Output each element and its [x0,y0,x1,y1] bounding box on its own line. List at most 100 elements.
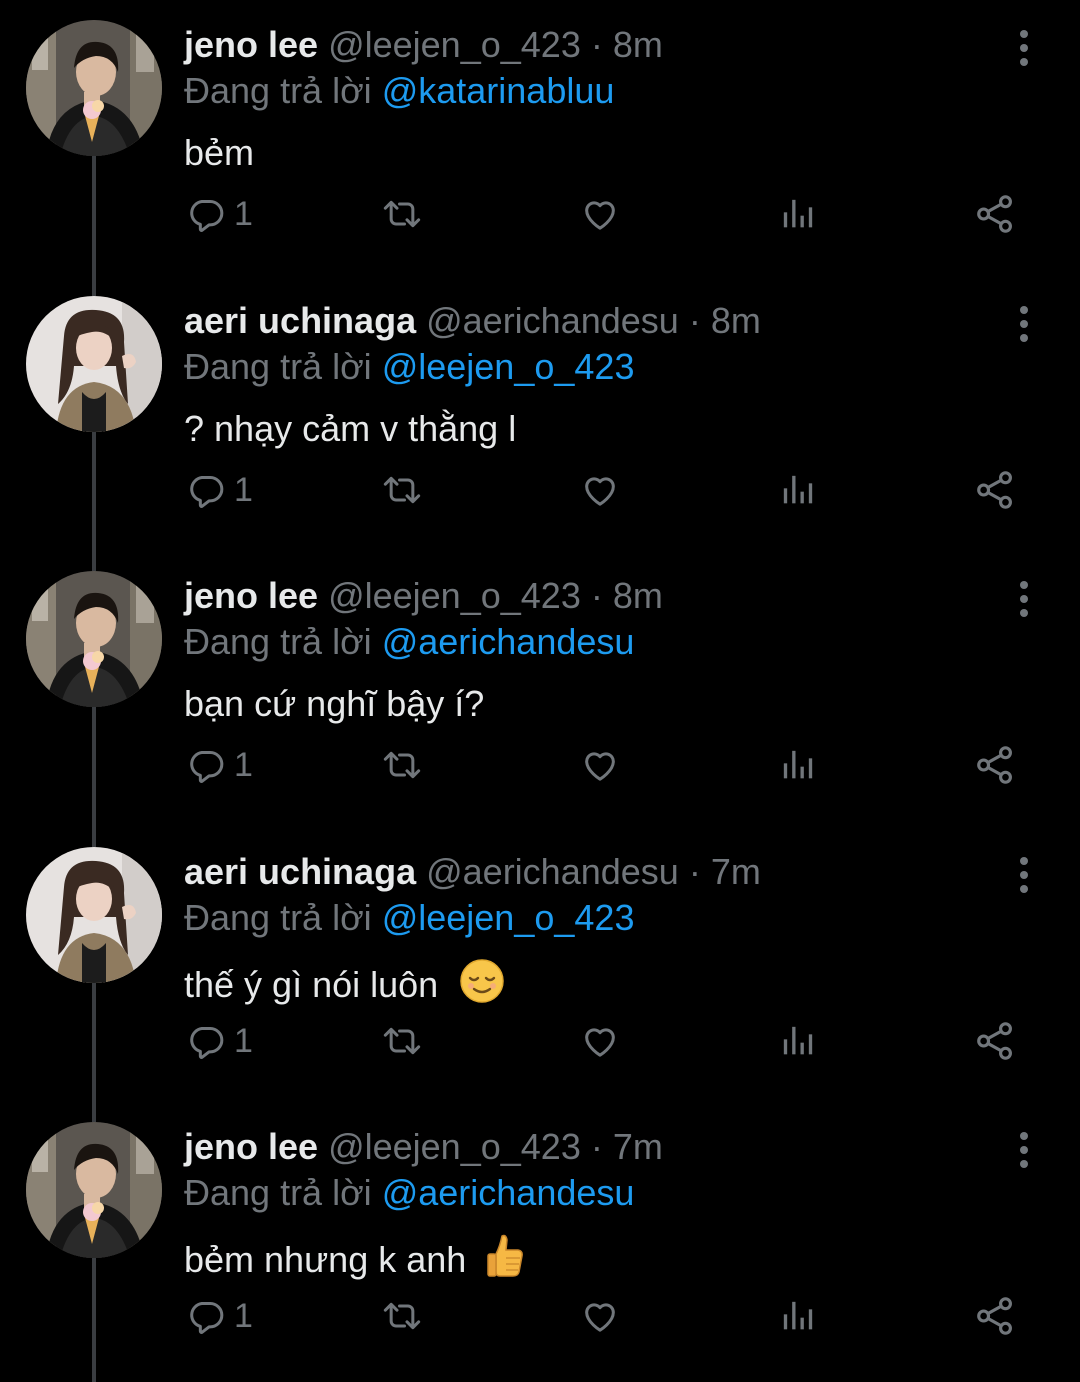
views-button[interactable] [778,743,818,787]
more-options-button[interactable] [1012,1130,1036,1170]
like-button[interactable] [580,192,620,236]
views-icon [783,1026,813,1055]
display-name[interactable]: jeno lee [184,24,318,65]
share-button[interactable] [974,192,1016,236]
tweet-2[interactable]: aeri uchinaga @aerichandesu · 8m Đang tr… [0,276,1080,552]
like-button[interactable] [580,468,620,512]
more-vertical-icon [1020,581,1028,617]
more-vertical-icon [1020,306,1028,342]
reply-count: 1 [234,470,253,509]
replying-to-mention[interactable]: @katarinabluu [382,70,615,111]
tweet-text: bạn cứ nghĩ bậy í? [184,681,990,727]
reply-button[interactable]: 1 [186,468,253,512]
views-button[interactable] [778,468,818,512]
share-button[interactable] [974,1019,1016,1063]
share-button[interactable] [974,1294,1016,1338]
retweet-button[interactable] [380,743,424,787]
reply-icon [190,200,224,232]
replying-to-label: Đang trả lời [184,621,372,662]
heart-icon [585,201,615,230]
like-button[interactable] [580,1019,620,1063]
replying-to-mention[interactable]: @aerichandesu [382,621,635,662]
heart-icon [585,477,615,506]
replying-to-label: Đang trả lời [184,1172,372,1213]
avatar[interactable] [26,1122,162,1258]
avatar[interactable] [26,847,162,983]
tweet-4[interactable]: aeri uchinaga @aerichandesu · 7m Đang tr… [0,827,1080,1103]
timestamp[interactable]: 7m [711,851,761,892]
tweet-actions: 1 [184,1294,1024,1338]
user-handle[interactable]: @aerichandesu [426,300,679,341]
reply-button[interactable]: 1 [186,1019,253,1063]
tweet-3[interactable]: jeno lee @leejen_o_423 · 8m Đang trả lời… [0,551,1080,827]
tweet-actions: 1 [184,743,1024,787]
tweet-text-content: bẻm nhưng k anh [184,1239,467,1280]
retweet-button[interactable] [380,1294,424,1338]
timestamp[interactable]: 8m [613,24,663,65]
replying-to-line: Đang trả lời @leejen_o_423 [184,895,990,941]
replying-to-line: Đang trả lời @katarinabluu [184,68,990,114]
replying-to-line: Đang trả lời @aerichandesu [184,619,990,665]
timestamp[interactable]: 7m [613,1126,663,1167]
views-button[interactable] [778,1294,818,1338]
share-icon [977,471,1012,509]
like-button[interactable] [580,1294,620,1338]
share-button[interactable] [974,743,1016,787]
tweet-5[interactable]: jeno lee @leejen_o_423 · 7m Đang trả lời… [0,1102,1080,1378]
share-icon [977,746,1012,784]
tweet-1[interactable]: jeno lee @leejen_o_423 · 8m Đang trả lời… [0,0,1080,276]
reply-count: 1 [234,745,253,784]
more-vertical-icon [1020,1132,1028,1168]
user-handle[interactable]: @leejen_o_423 [328,24,581,65]
aeri-avatar-image [26,847,162,983]
jeno-avatar-image [26,571,162,707]
user-handle[interactable]: @aerichandesu [426,851,679,892]
more-options-button[interactable] [1012,304,1036,344]
replying-to-mention[interactable]: @leejen_o_423 [382,346,635,387]
views-button[interactable] [778,1019,818,1063]
tweet-body: aeri uchinaga @aerichandesu · 8m Đang tr… [184,298,990,452]
retweet-icon [383,476,421,504]
more-options-button[interactable] [1012,579,1036,619]
views-button[interactable] [778,192,818,236]
jeno-avatar-image [26,1122,162,1258]
reply-button[interactable]: 1 [186,192,253,236]
tweet-text-content: bẻm [184,132,255,173]
more-options-button[interactable] [1012,28,1036,68]
reply-icon [190,1302,224,1334]
more-options-button[interactable] [1012,855,1036,895]
views-icon [783,1301,813,1330]
replying-to-mention[interactable]: @leejen_o_423 [382,897,635,938]
tweet-header: aeri uchinaga @aerichandesu · 7m [184,849,990,895]
separator-dot: · [590,1126,603,1167]
display-name[interactable]: aeri uchinaga [184,300,416,341]
avatar[interactable] [26,571,162,707]
reply-icon [190,1027,224,1059]
heart-icon [585,1028,615,1057]
avatar[interactable] [26,20,162,156]
share-button[interactable] [974,468,1016,512]
display-name[interactable]: jeno lee [184,575,318,616]
replying-to-line: Đang trả lời @aerichandesu [184,1170,990,1216]
tweet-header: jeno lee @leejen_o_423 · 8m [184,22,990,68]
retweet-button[interactable] [380,192,424,236]
reply-button[interactable]: 1 [186,743,253,787]
avatar[interactable] [26,296,162,432]
timestamp[interactable]: 8m [613,575,663,616]
reply-button[interactable]: 1 [186,1294,253,1338]
display-name[interactable]: aeri uchinaga [184,851,416,892]
tweet-header: aeri uchinaga @aerichandesu · 8m [184,298,990,344]
retweet-button[interactable] [380,468,424,512]
user-handle[interactable]: @leejen_o_423 [328,1126,581,1167]
replying-to-mention[interactable]: @aerichandesu [382,1172,635,1213]
more-vertical-icon [1020,30,1028,66]
display-name[interactable]: jeno lee [184,1126,318,1167]
retweet-button[interactable] [380,1019,424,1063]
user-handle[interactable]: @leejen_o_423 [328,575,581,616]
timestamp[interactable]: 8m [711,300,761,341]
replying-to-line: Đang trả lời @leejen_o_423 [184,344,990,390]
heart-icon [585,752,615,781]
tweet-actions: 1 [184,1019,1024,1063]
replying-to-label: Đang trả lời [184,70,372,111]
like-button[interactable] [580,743,620,787]
